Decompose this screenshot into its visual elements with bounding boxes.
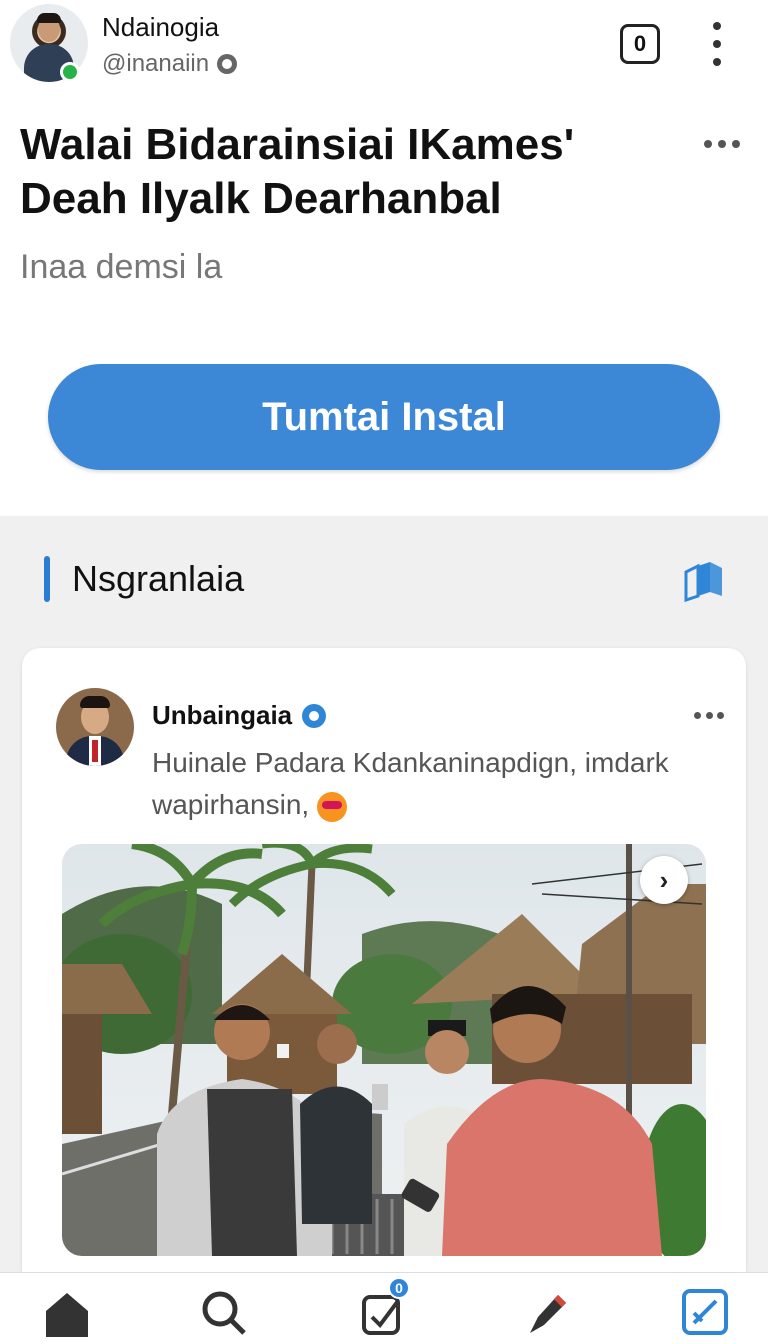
nav-edit-square-icon[interactable] — [680, 1287, 730, 1337]
bottom-nav: 0 — [0, 1272, 768, 1344]
top-header: Ndainogia @inanaiin 0 — [0, 0, 768, 96]
nav-compose-icon[interactable]: 0 — [358, 1277, 410, 1337]
image-next-button[interactable]: › — [640, 856, 688, 904]
nav-search-icon[interactable] — [198, 1287, 248, 1337]
online-status-dot — [60, 62, 80, 82]
poster-name-row: Unbaingaia — [152, 700, 327, 731]
page-title: Walai Bidarainsiai IKames' Deah Ilyalk D… — [20, 118, 660, 226]
emoji-icon — [316, 791, 347, 822]
account-handle: @inanaiin — [102, 50, 210, 77]
globe-icon — [217, 54, 238, 74]
account-name[interactable]: Ndainogia — [102, 12, 219, 43]
verified-badge-icon — [302, 703, 327, 728]
post-image[interactable] — [62, 844, 706, 1256]
book-icon[interactable] — [680, 558, 728, 603]
more-horizontal-icon[interactable] — [704, 138, 740, 150]
nav-pen-icon[interactable] — [522, 1287, 572, 1337]
section-accent-bar — [44, 556, 50, 602]
page-title-line2: Deah Ilyalk Dearhanbal — [20, 174, 502, 223]
nav-home-icon[interactable] — [42, 1287, 92, 1337]
page-title-line1: Walai Bidarainsiai IKames' — [20, 120, 575, 169]
poster-name[interactable]: Unbaingaia — [152, 700, 292, 731]
nav-compose-badge: 0 — [388, 1277, 410, 1299]
post-text: Huinale Padara Kdankaninapdign, imdark w… — [152, 742, 722, 826]
post-text-content: Huinale Padara Kdankaninapdign, imdark w… — [152, 747, 669, 820]
post-card[interactable]: Unbaingaia Huinale Padara Kdankaninapdig… — [22, 648, 746, 1288]
install-button[interactable]: Tumtai Instal — [48, 364, 720, 470]
page-subtitle: Inaa demsi la — [20, 248, 223, 286]
poster-avatar[interactable] — [56, 688, 134, 766]
section-title: Nsgranlaia — [72, 558, 245, 599]
card-more-icon[interactable] — [694, 710, 724, 720]
more-vertical-icon[interactable] — [708, 22, 726, 66]
counter-box-icon[interactable]: 0 — [620, 24, 660, 64]
account-handle-row: @inanaiin — [102, 50, 238, 78]
